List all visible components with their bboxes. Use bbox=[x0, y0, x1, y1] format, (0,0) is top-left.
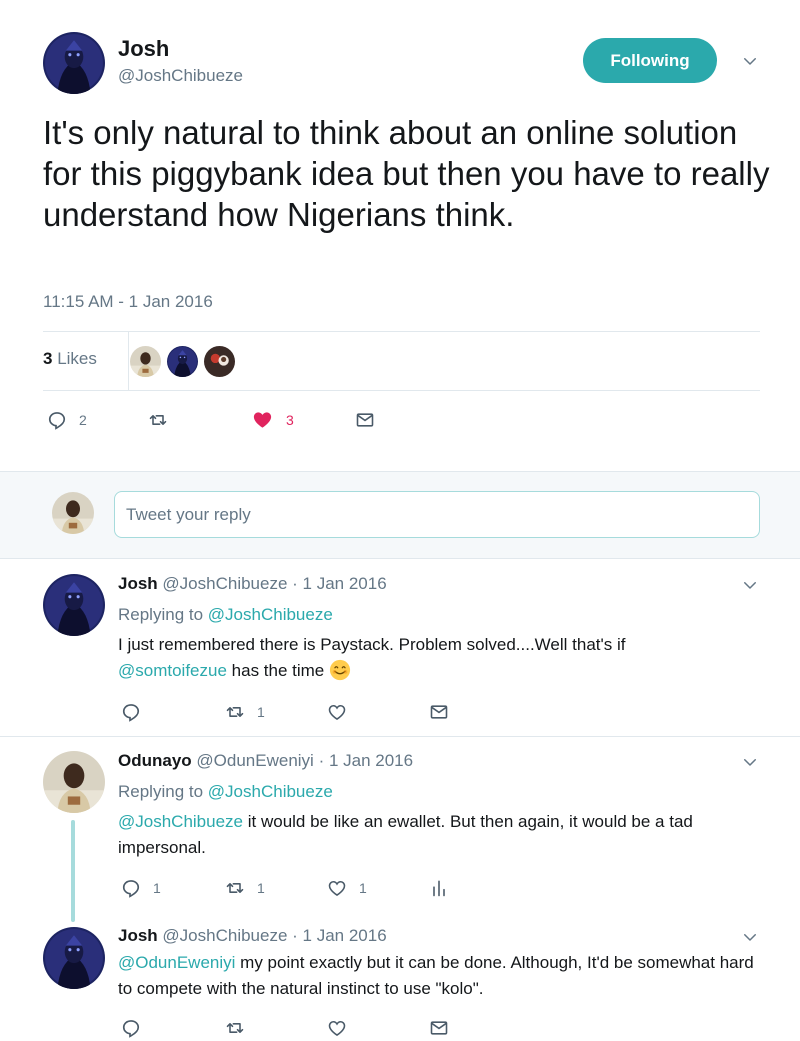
thread-connector bbox=[71, 820, 75, 922]
heart-icon bbox=[327, 878, 347, 898]
retweet-icon bbox=[225, 878, 245, 898]
reply-text: @OdunEweniyi my point exactly but it can… bbox=[118, 950, 768, 1002]
retweet-count: 1 bbox=[257, 704, 265, 720]
current-user-avatar-image bbox=[52, 492, 94, 534]
reply-date[interactable]: · 1 Jan 2016 bbox=[319, 751, 414, 770]
reply-text-part: has the time bbox=[231, 661, 325, 680]
reply-menu-chevron-icon[interactable] bbox=[741, 576, 759, 594]
retweet-action[interactable] bbox=[225, 1018, 257, 1038]
reply-header: Josh @JoshChibueze · 1 Jan 2016 bbox=[118, 926, 387, 946]
replying-to-line: Replying to @JoshChibueze bbox=[118, 782, 333, 802]
likes-summary[interactable]: 3 Likes bbox=[43, 349, 97, 369]
mention-link[interactable]: @OdunEweniyi bbox=[118, 953, 235, 972]
envelope-icon bbox=[429, 1018, 449, 1038]
direct-message-action[interactable] bbox=[355, 410, 375, 430]
reply-avatar[interactable] bbox=[43, 927, 105, 989]
reply-action[interactable]: 1 bbox=[121, 878, 161, 898]
like-count: 3 bbox=[286, 411, 294, 428]
mention-link[interactable]: @somtoifezue bbox=[118, 661, 227, 680]
reply-avatar-image bbox=[43, 751, 105, 813]
direct-message-action[interactable] bbox=[429, 702, 449, 722]
reply-action[interactable] bbox=[121, 1018, 153, 1038]
retweet-icon bbox=[225, 1018, 245, 1038]
author-name[interactable]: Josh bbox=[118, 36, 169, 62]
liker-avatar-image bbox=[204, 346, 235, 377]
tweet-timestamp[interactable]: 11:15 AM - 1 Jan 2016 bbox=[43, 292, 213, 312]
replying-to-label: Replying to bbox=[118, 605, 204, 624]
like-count: 1 bbox=[359, 880, 367, 896]
retweet-count: 1 bbox=[257, 880, 265, 896]
liker-avatar-image bbox=[130, 346, 161, 377]
reply-author-name[interactable]: Josh bbox=[118, 574, 158, 593]
reply-author-name[interactable]: Josh bbox=[118, 926, 158, 945]
divider bbox=[43, 331, 760, 332]
reply-menu-chevron-icon[interactable] bbox=[741, 928, 759, 946]
author-handle[interactable]: @JoshChibueze bbox=[118, 66, 243, 86]
like-action[interactable] bbox=[327, 1018, 359, 1038]
reply-header: Josh @JoshChibueze · 1 Jan 2016 bbox=[118, 574, 387, 594]
envelope-icon bbox=[355, 410, 375, 430]
reply-action[interactable]: 2 bbox=[47, 410, 87, 430]
reply-avatar[interactable] bbox=[43, 574, 105, 636]
reply-author-handle[interactable]: @JoshChibueze bbox=[162, 926, 287, 945]
reply-input[interactable] bbox=[114, 491, 760, 538]
likes-label: Likes bbox=[57, 349, 97, 368]
reply-icon bbox=[121, 702, 141, 722]
retweet-icon bbox=[225, 702, 245, 722]
liker-avatar[interactable] bbox=[204, 346, 235, 377]
tweet-text: It's only natural to think about an onli… bbox=[43, 114, 770, 233]
replying-to-label: Replying to bbox=[118, 782, 204, 801]
reply-date[interactable]: · 1 Jan 2016 bbox=[292, 574, 387, 593]
retweet-action[interactable] bbox=[148, 410, 180, 430]
retweet-action[interactable]: 1 bbox=[225, 878, 265, 898]
current-user-avatar bbox=[52, 492, 94, 534]
envelope-icon bbox=[429, 702, 449, 722]
tweet-menu-chevron-icon[interactable] bbox=[741, 52, 759, 70]
replying-to-link[interactable]: @JoshChibueze bbox=[208, 782, 333, 801]
reply-text-part: I just remembered there is Paystack. Pro… bbox=[118, 635, 626, 654]
retweet-icon bbox=[148, 410, 168, 430]
reply-author-handle[interactable]: @JoshChibueze bbox=[162, 574, 287, 593]
reply-action[interactable] bbox=[121, 702, 153, 722]
replying-to-link[interactable]: @JoshChibueze bbox=[208, 605, 333, 624]
reply-count: 2 bbox=[79, 412, 87, 428]
author-avatar-image bbox=[43, 32, 105, 94]
likes-count: 3 bbox=[43, 349, 53, 368]
reply-header: Odunayo @OdunEweniyi · 1 Jan 2016 bbox=[118, 751, 413, 771]
reply-icon bbox=[121, 878, 141, 898]
liker-avatar[interactable] bbox=[167, 346, 198, 377]
reply-date[interactable]: · 1 Jan 2016 bbox=[292, 926, 387, 945]
heart-icon bbox=[327, 702, 347, 722]
divider bbox=[0, 736, 800, 737]
analytics-action[interactable] bbox=[429, 878, 449, 898]
divider bbox=[43, 390, 760, 391]
direct-message-action[interactable] bbox=[429, 1018, 449, 1038]
reply-menu-chevron-icon[interactable] bbox=[741, 753, 759, 771]
reply-count: 1 bbox=[153, 880, 161, 896]
like-action[interactable]: 3 bbox=[251, 408, 294, 431]
heart-icon bbox=[327, 1018, 347, 1038]
replying-to-line: Replying to @JoshChibueze bbox=[118, 605, 333, 625]
reply-avatar-image bbox=[43, 927, 105, 989]
reply-avatar[interactable] bbox=[43, 751, 105, 813]
reply-text: @JoshChibueze it would be like an ewalle… bbox=[118, 809, 738, 861]
like-action[interactable] bbox=[327, 702, 359, 722]
author-avatar[interactable] bbox=[43, 32, 105, 94]
reply-icon bbox=[121, 1018, 141, 1038]
reply-author-handle[interactable]: @OdunEweniyi bbox=[196, 751, 313, 770]
reply-text: I just remembered there is Paystack. Pro… bbox=[118, 632, 768, 684]
liker-avatar-image bbox=[167, 346, 198, 377]
like-action[interactable]: 1 bbox=[327, 878, 367, 898]
following-button[interactable]: Following bbox=[583, 38, 717, 83]
retweet-action[interactable]: 1 bbox=[225, 702, 265, 722]
reply-author-name[interactable]: Odunayo bbox=[118, 751, 192, 770]
reply-icon bbox=[47, 410, 67, 430]
analytics-bars-icon bbox=[429, 878, 449, 898]
smiling-face-emoji-icon bbox=[329, 659, 351, 681]
heart-filled-icon bbox=[251, 408, 274, 431]
likes-separator bbox=[128, 332, 129, 390]
reply-avatar-image bbox=[43, 574, 105, 636]
liker-avatar[interactable] bbox=[130, 346, 161, 377]
mention-link[interactable]: @JoshChibueze bbox=[118, 812, 243, 831]
